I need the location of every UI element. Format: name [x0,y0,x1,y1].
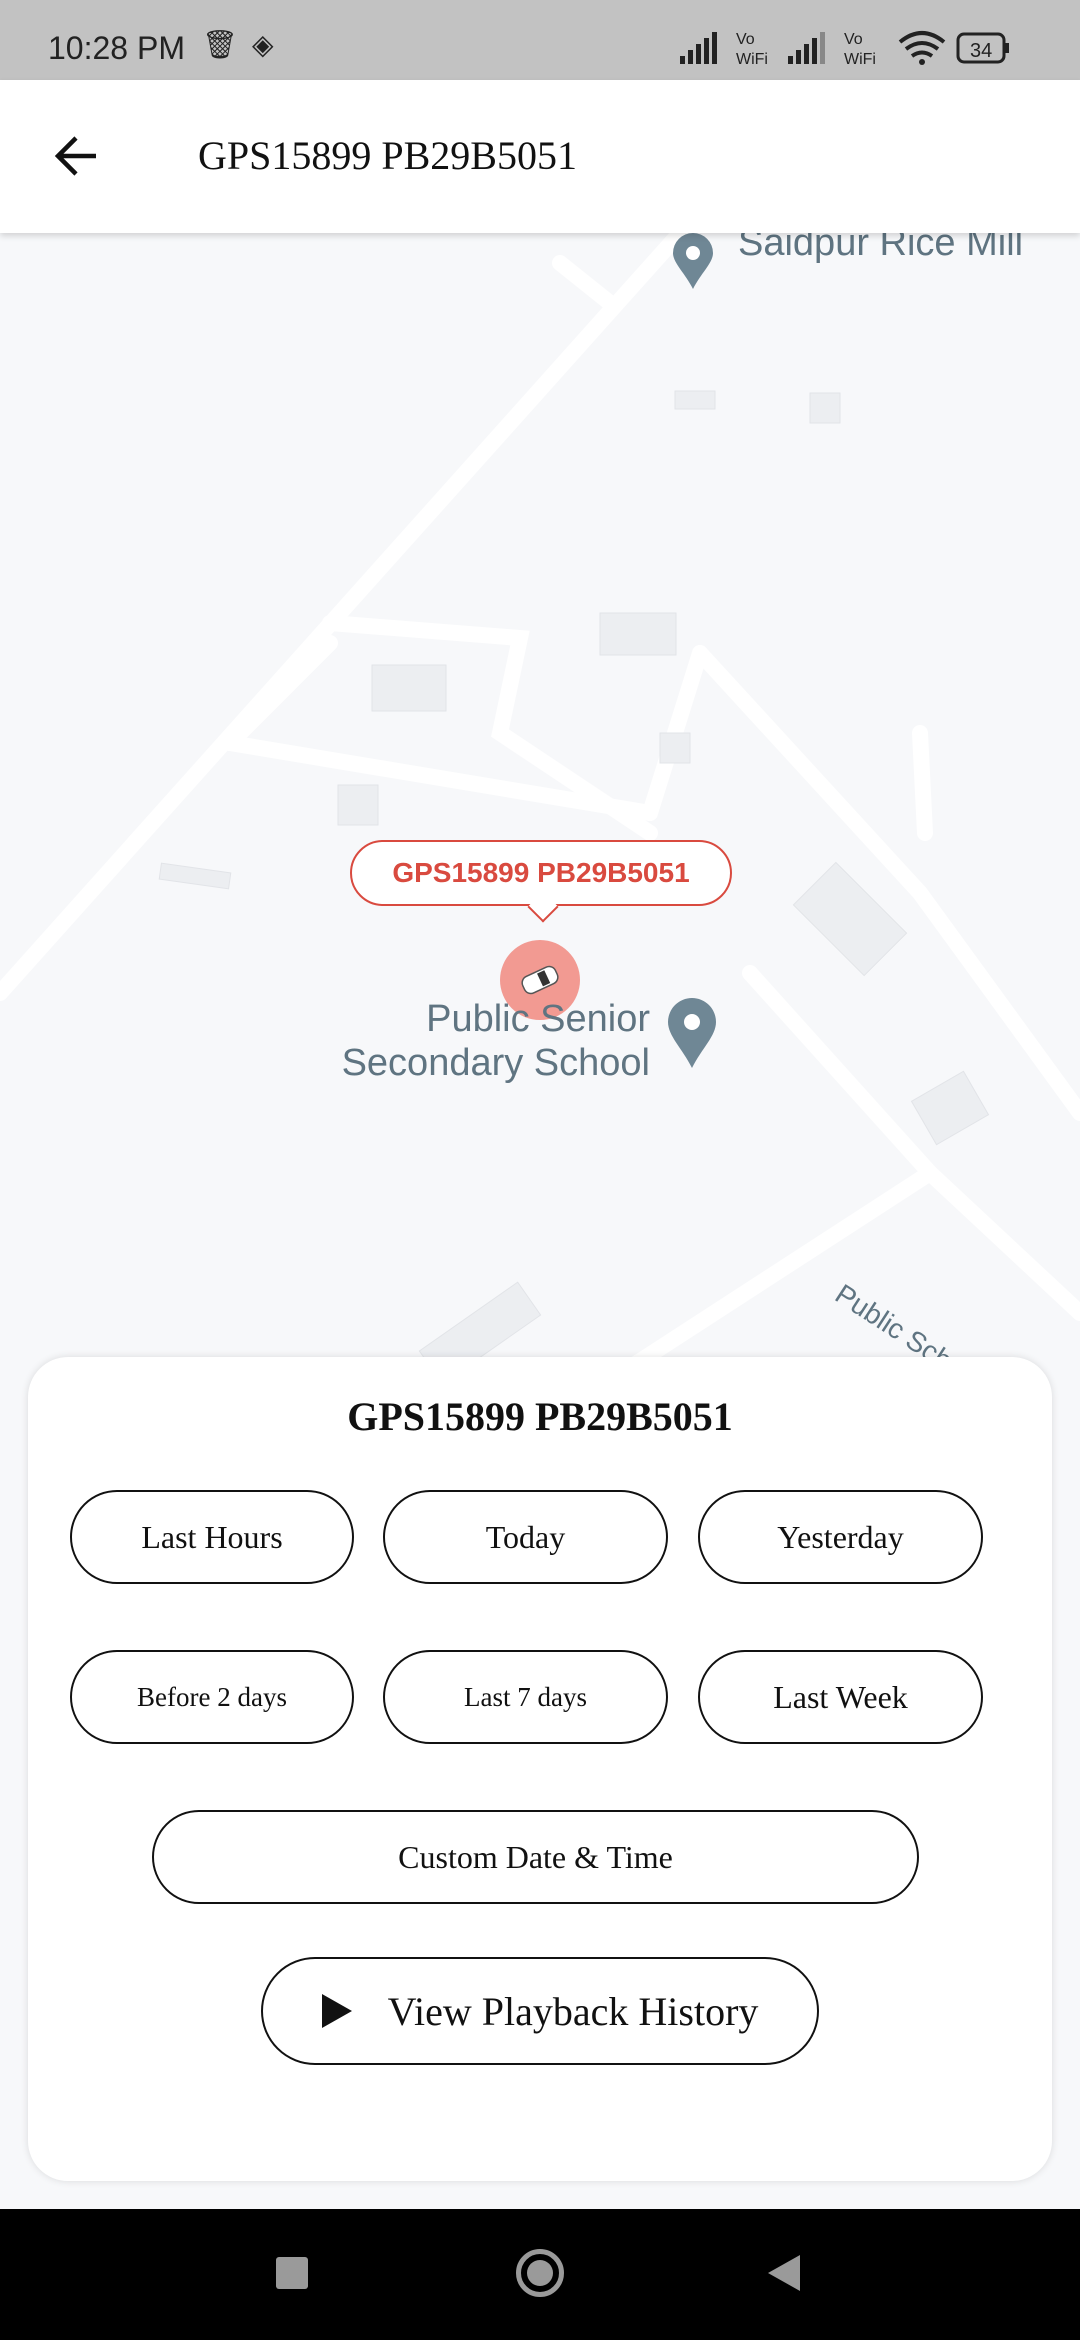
recents-square-icon[interactable] [276,2257,308,2289]
svg-text:WiFi: WiFi [736,51,768,68]
status-time: 10:28 PM [48,30,185,66]
view-playback-history-button[interactable]: View Playback History [261,1957,819,2065]
map-pin-icon [673,233,713,289]
poi-label-school-line2: Secondary School [341,1042,650,1084]
svg-text:Vo: Vo [844,31,863,48]
svg-text:WiFi: WiFi [844,51,876,68]
trash-icon: 🗑 [202,29,238,60]
last-7-days-button[interactable]: Last 7 days [383,1650,668,1744]
map-pin-icon [668,998,716,1068]
vehicle-label-callout[interactable]: GPS15899 PB29B5051 [350,840,732,906]
page-title: GPS15899 PB29B5051 [198,133,577,178]
home-circle-icon[interactable] [516,2249,564,2297]
before-2-days-button[interactable]: Before 2 days [70,1650,354,1744]
system-nav-bar [0,2209,1080,2340]
sheet-title: GPS15899 PB29B5051 [347,1394,733,1439]
arrow-left-icon[interactable] [50,128,106,184]
yesterday-button[interactable]: Yesterday [698,1490,983,1584]
signal-wifi-icons: Vo WiFi Vo WiFi 34 [680,31,1009,68]
poi-label-school[interactable]: Public Senior [350,997,650,1041]
poi-line: Public Senior [426,998,650,1040]
layers-icon: ◈ [252,29,274,60]
last-hours-button[interactable]: Last Hours [70,1490,354,1584]
play-icon [321,1993,352,2028]
app-bar: GPS15899 PB29B5051 [0,80,1080,233]
playback-label: View Playback History [387,1988,759,2034]
last-week-button[interactable]: Last Week [698,1650,983,1744]
status-bar: 10:28 PM 🗑 ◈ Vo WiFi Vo WiFi 34 [0,0,1080,80]
svg-text:34: 34 [970,40,992,62]
svg-text:Vo: Vo [736,31,755,48]
today-button[interactable]: Today [383,1490,668,1584]
back-triangle-icon[interactable] [768,2255,800,2291]
custom-date-time-button[interactable]: Custom Date & Time [152,1810,919,1904]
history-bottom-sheet: GPS15899 PB29B5051 Last Hours Today Yest… [28,1357,1052,2181]
